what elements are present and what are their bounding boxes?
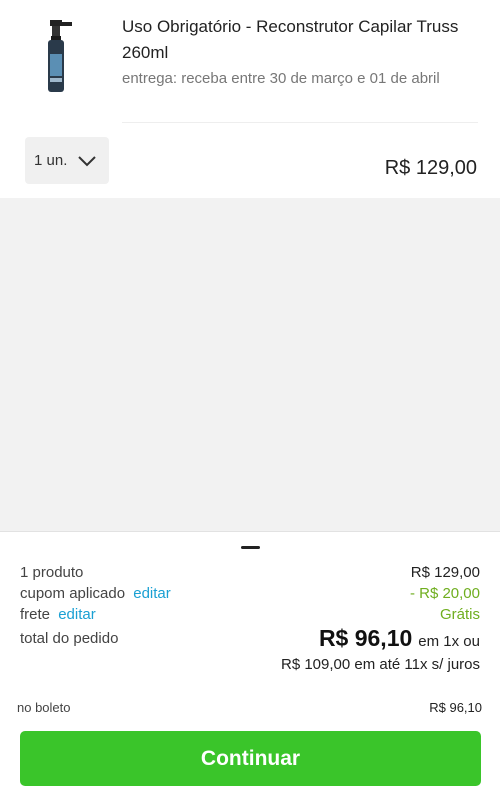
continue-button[interactable]: Continuar: [20, 731, 481, 786]
coupon-row: cupom aplicado editar - R$ 20,00: [20, 585, 480, 602]
total-label: total do pedido: [20, 630, 119, 647]
shipping-row: frete editar Grátis: [20, 606, 480, 623]
chevron-down-icon: [78, 155, 97, 166]
shipping-edit-link[interactable]: editar: [58, 606, 96, 623]
boleto-value: R$ 96,10: [429, 700, 482, 715]
total-amount: R$ 96,10: [318, 625, 413, 651]
shipping-value: Grátis: [439, 606, 480, 623]
shipping-label-group: frete editar: [20, 606, 96, 623]
products-value: R$ 129,00: [410, 564, 480, 581]
coupon-value: - R$ 20,00: [409, 585, 480, 602]
delivery-estimate: entrega: receba entre 30 de março e 01 d…: [122, 70, 440, 87]
content-area: [0, 198, 500, 531]
coupon-label-group: cupom aplicado editar: [20, 585, 171, 602]
products-label: 1 produto: [20, 564, 84, 581]
product-title[interactable]: Uso Obrigatório - Reconstrutor Capilar T…: [122, 14, 482, 66]
total-amount-group: R$ 96,10 em 1x ou: [319, 625, 480, 652]
drag-handle[interactable]: [241, 546, 260, 549]
total-suffix: em 1x ou: [418, 633, 480, 650]
shipping-label: frete: [20, 606, 51, 623]
item-price: R$ 129,00: [384, 157, 477, 179]
boleto-row: no boleto R$ 96,10: [17, 700, 482, 715]
cart-item: Uso Obrigatório - Reconstrutor Capilar T…: [0, 0, 500, 198]
coupon-edit-link[interactable]: editar: [133, 585, 171, 602]
order-summary-panel: 1 produto R$ 129,00 cupom aplicado edita…: [0, 531, 500, 805]
coupon-label: cupom aplicado: [20, 585, 126, 602]
quantity-select[interactable]: 1 un.: [25, 137, 109, 184]
products-row: 1 produto R$ 129,00: [20, 564, 480, 581]
divider: [122, 122, 478, 123]
installments-text: R$ 109,00 em até 11x s/ juros: [281, 656, 480, 673]
boleto-label: no boleto: [17, 700, 71, 715]
product-image[interactable]: [40, 18, 80, 98]
quantity-value: 1 un.: [34, 152, 68, 169]
spray-bottle-icon: [48, 20, 72, 92]
